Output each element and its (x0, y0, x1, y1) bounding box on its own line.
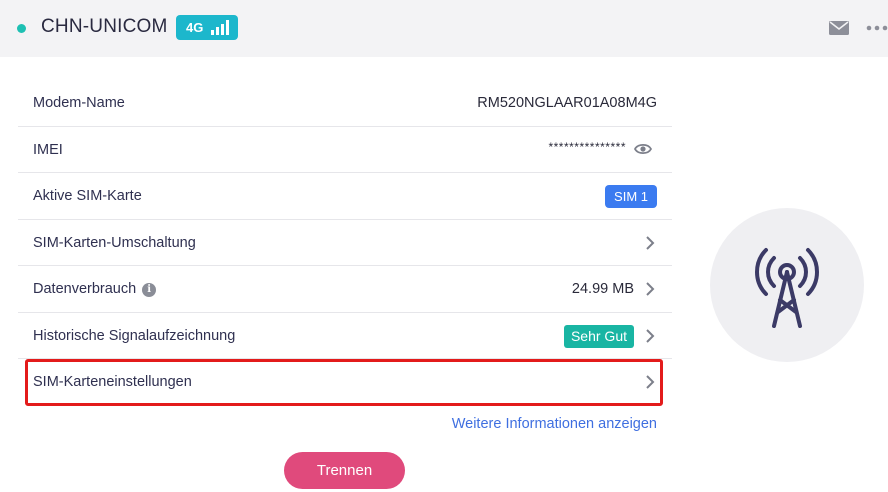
data-usage-label: Datenverbrauch (33, 281, 137, 297)
carrier-name: CHN-UNICOM (41, 16, 168, 37)
chevron-right-icon (646, 282, 655, 296)
modem-name-value: RM520NGLAAR01A08M4G (477, 95, 657, 111)
row-data-usage[interactable]: Datenverbrauch i 24.99 MB (18, 266, 672, 313)
cell-tower-icon (755, 248, 819, 328)
network-type-label: 4G (186, 20, 204, 35)
eye-icon[interactable] (634, 142, 652, 156)
chevron-right-icon (646, 328, 655, 343)
active-sim-badge: SIM 1 (605, 185, 657, 208)
row-label: SIM-Karten-Umschaltung (33, 234, 196, 251)
connection-status-dot (17, 24, 26, 33)
tower-illustration (710, 208, 864, 362)
row-signal-history[interactable]: Historische Signalaufzeichnung Sehr Gut (18, 313, 672, 359)
data-usage-value: 24.99 MB (571, 281, 634, 297)
top-bar: CHN-UNICOM 4G (0, 0, 888, 57)
mail-icon[interactable] (829, 20, 849, 36)
row-imei: IMEI *************** (18, 127, 672, 173)
signal-quality-badge: Sehr Gut (563, 324, 634, 348)
chevron-right-icon (646, 235, 655, 250)
more-icon[interactable] (866, 20, 888, 36)
modem-info-list: Modem-Name RM520NGLAAR01A08M4G IMEI ****… (18, 80, 672, 406)
row-active-sim: Aktive SIM-Karte SIM 1 (18, 173, 672, 220)
row-label: IMEI (33, 141, 63, 158)
row-label: Aktive SIM-Karte (33, 188, 142, 204)
signal-bars-icon (211, 20, 229, 35)
row-label: Datenverbrauch i (33, 281, 157, 297)
network-type-badge: 4G (176, 15, 238, 40)
more-info-link[interactable]: Weitere Informationen anzeigen (452, 416, 657, 432)
row-sim-switch[interactable]: SIM-Karten-Umschaltung (18, 220, 672, 266)
row-label: Historische Signalaufzeichnung (33, 327, 236, 344)
row-label: Modem-Name (33, 95, 125, 111)
info-icon[interactable]: i (142, 283, 157, 297)
disconnect-button[interactable]: Trennen (284, 452, 405, 489)
row-modem-name: Modem-Name RM520NGLAAR01A08M4G (18, 80, 672, 127)
imei-value: *************** (548, 139, 626, 154)
highlight-box (25, 359, 663, 406)
